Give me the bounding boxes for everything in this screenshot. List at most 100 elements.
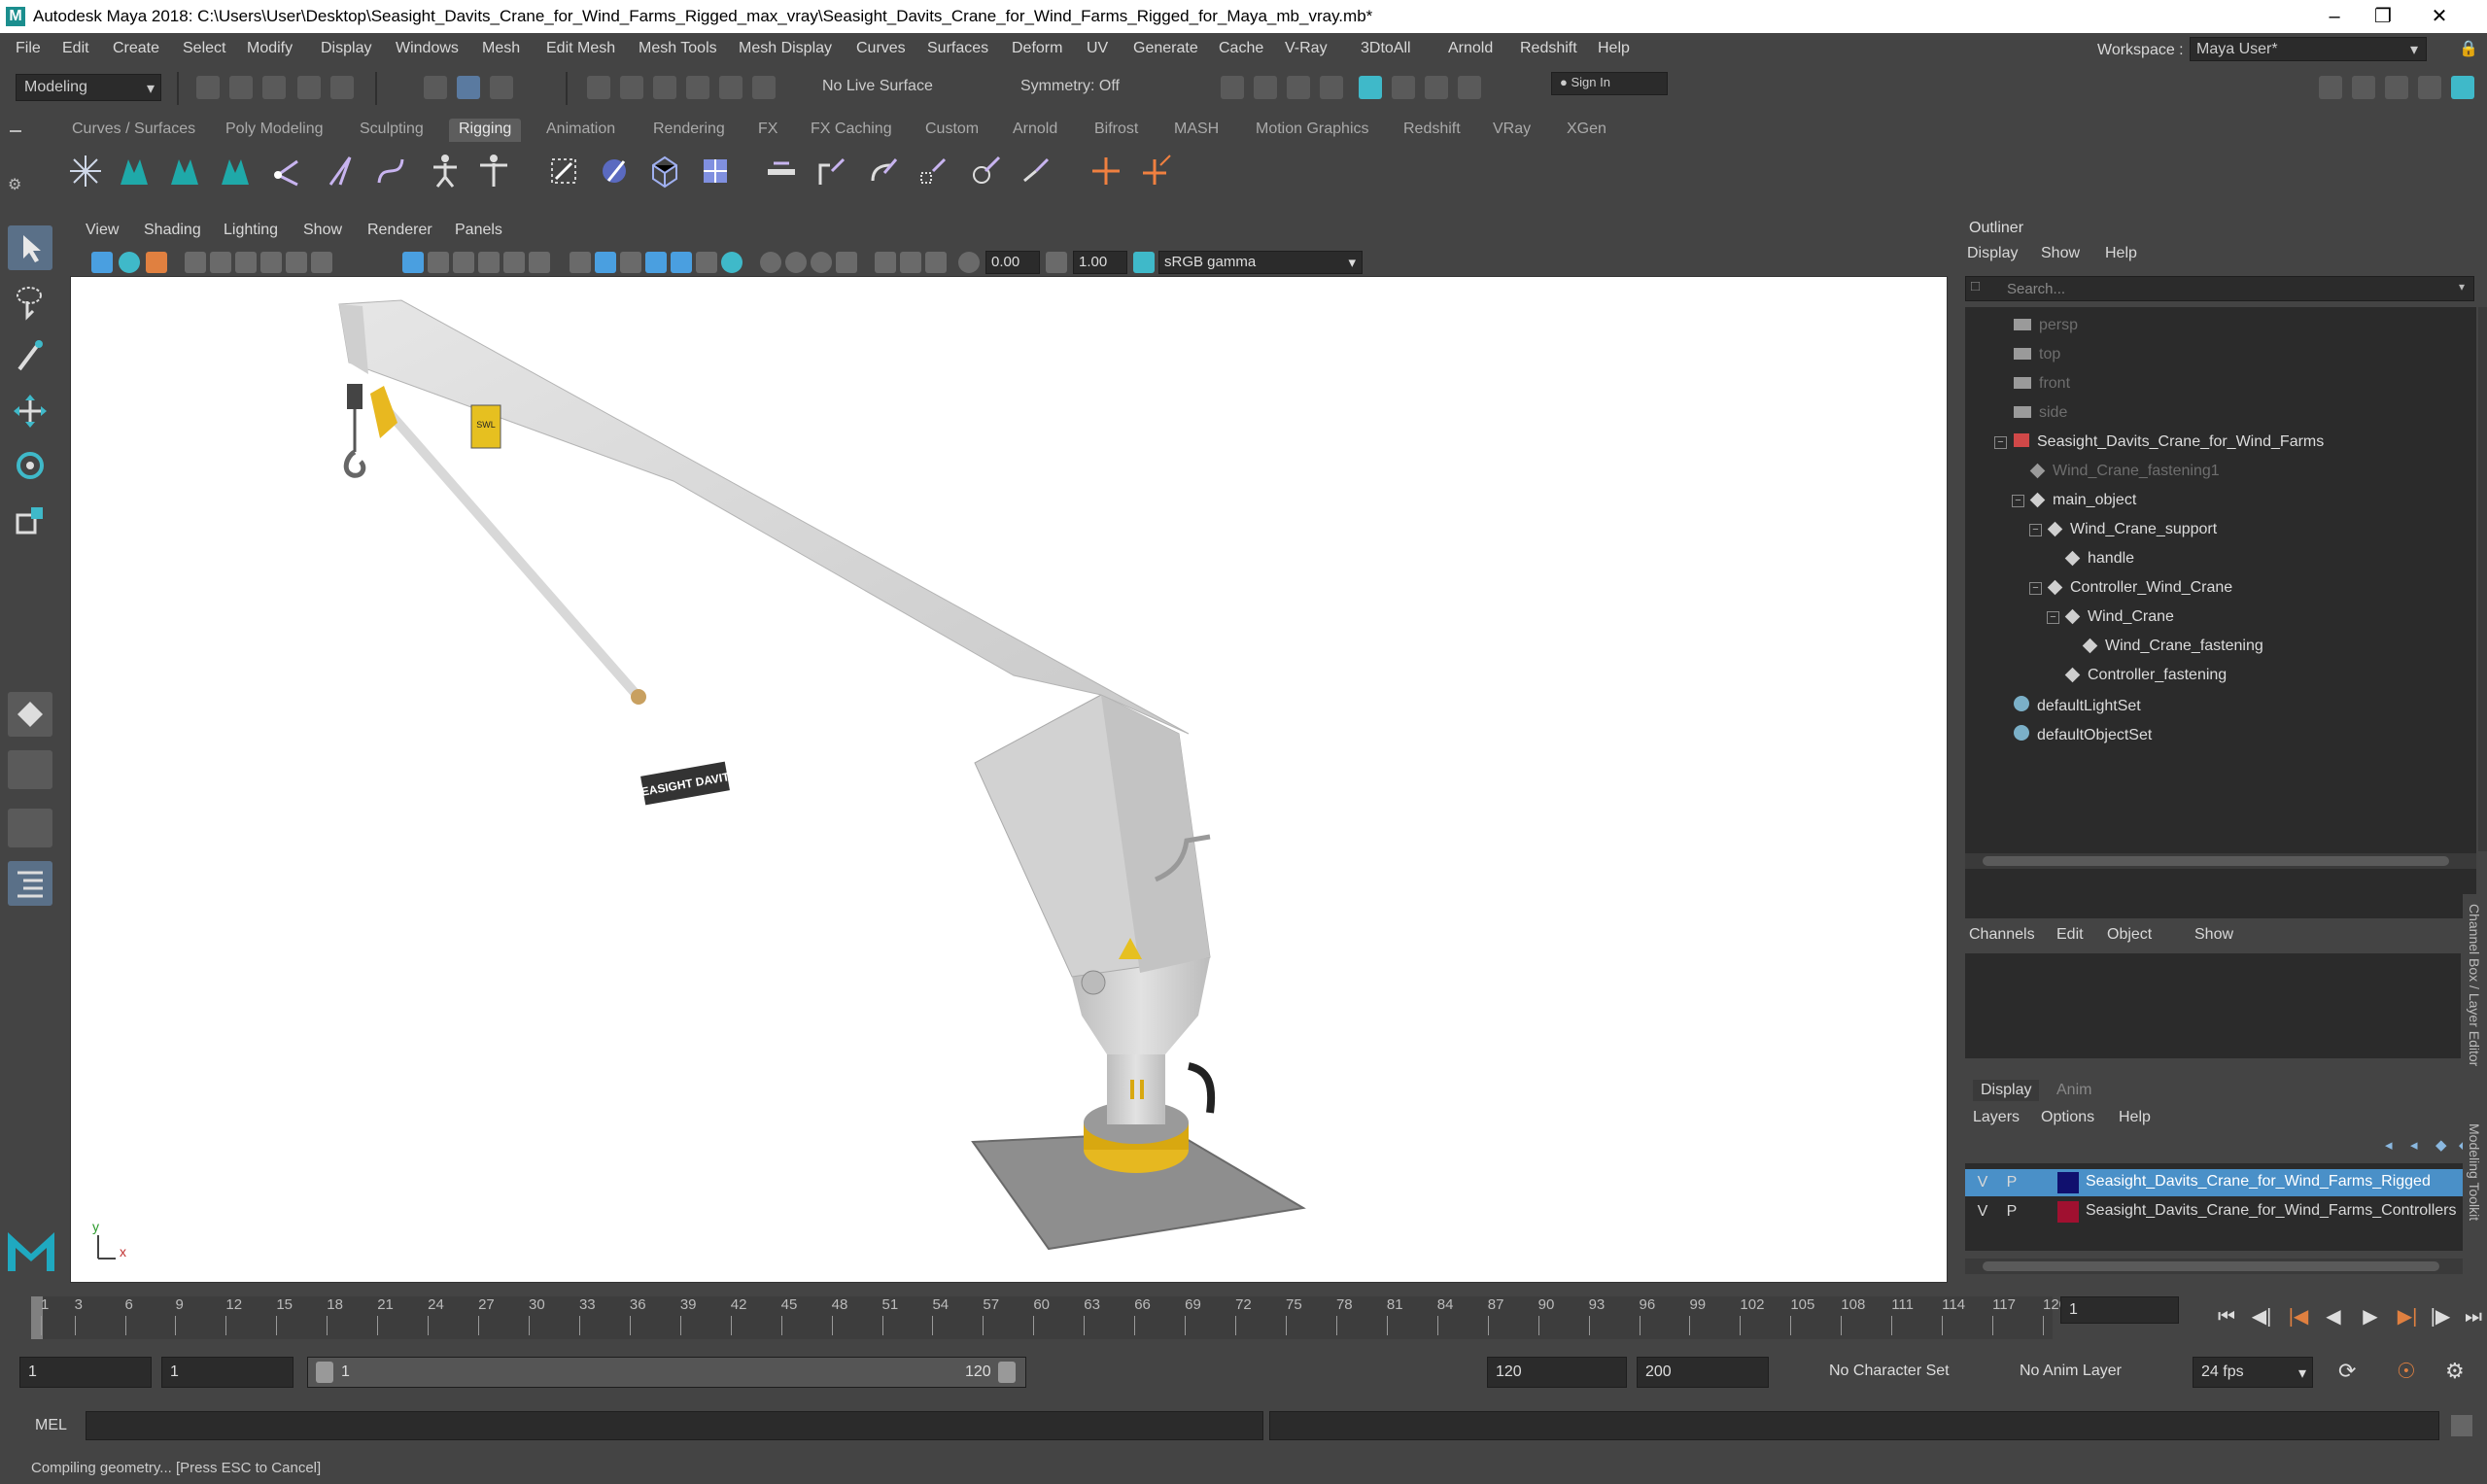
go-to-start-icon[interactable]: ⏮ (2216, 1306, 2237, 1328)
menu-mesh-tools[interactable]: Mesh Tools (639, 40, 717, 57)
tab-rigging[interactable]: Rigging (449, 119, 522, 142)
snap-surface-icon[interactable] (719, 76, 743, 99)
list-item[interactable]: front (2014, 375, 2070, 393)
mode-select[interactable]: Modeling ▾ (16, 74, 161, 101)
playback-start-field[interactable]: 1 (161, 1357, 294, 1388)
xray-joints-icon[interactable] (900, 252, 921, 273)
grid-icon[interactable] (402, 252, 424, 273)
humanik-icon-2[interactable] (165, 152, 204, 190)
gate-mask-icon[interactable] (286, 252, 307, 273)
menu-edit-mesh[interactable]: Edit Mesh (546, 40, 615, 57)
shadows-icon[interactable] (696, 252, 717, 273)
list-item[interactable]: Wind_Crane (2064, 608, 2174, 626)
menu-uv[interactable]: UV (1087, 40, 1108, 57)
menu-curves[interactable]: Curves (856, 40, 906, 57)
vp-menu-shading[interactable]: Shading (144, 222, 201, 239)
menu-display[interactable]: Display (321, 40, 371, 57)
vp-menu-panels[interactable]: Panels (455, 222, 502, 239)
constraint-parent-icon[interactable] (762, 152, 801, 190)
ipr-render-icon[interactable] (1287, 76, 1310, 99)
outliner-h-scrollbar[interactable] (1965, 853, 2476, 869)
channels-menu-show[interactable]: Show (2194, 926, 2233, 944)
bind-skin-icon[interactable] (544, 152, 583, 190)
outliner-menu-display[interactable]: Display (1967, 245, 2018, 262)
crane-model[interactable]: SWL SEASIGHT DAVITS y x (71, 277, 1948, 1283)
scale-tool[interactable] (8, 498, 52, 542)
render-view-icon[interactable] (1221, 76, 1244, 99)
snap-grid-icon[interactable] (587, 76, 610, 99)
mel-input[interactable] (86, 1411, 1263, 1440)
loop-icon[interactable]: ⟳ (2338, 1359, 2356, 1384)
play-forward-icon[interactable]: ▶ (2360, 1306, 2381, 1328)
outliner-menu-show[interactable]: Show (2041, 245, 2080, 262)
move-layer-down-icon[interactable]: ◂ (2410, 1136, 2418, 1154)
fps-select[interactable]: 24 fps ▾ (2193, 1357, 2313, 1388)
layers-menu-help[interactable]: Help (2119, 1109, 2151, 1126)
gamma-field[interactable]: 1.00 (1073, 251, 1127, 274)
anti-aliasing-icon[interactable] (785, 252, 807, 273)
tab-motion-graphics[interactable]: Motion Graphics (1246, 119, 1379, 142)
move-tool[interactable] (8, 389, 52, 433)
table-row[interactable]: V P Seasight_Davits_Crane_for_Wind_Farms… (1965, 1169, 2467, 1196)
constraint-aim-icon[interactable] (966, 152, 1005, 190)
layer-type-toggle[interactable] (2027, 1172, 2055, 1193)
play-backward-icon[interactable]: ◀ (2323, 1306, 2344, 1328)
layer-visibility-toggle[interactable]: V (1969, 1201, 1996, 1223)
tab-anim-layers[interactable]: Anim (2056, 1082, 2091, 1099)
snap-curve-icon[interactable] (620, 76, 643, 99)
layer-type-toggle[interactable] (2027, 1201, 2055, 1223)
lasso-tool[interactable] (8, 280, 52, 325)
preferences-icon[interactable]: ⚙ (2445, 1359, 2465, 1384)
tab-display-layers[interactable]: Display (1973, 1080, 2040, 1101)
perspective-viewport[interactable]: SWL SEASIGHT DAVITS y x (70, 276, 1948, 1283)
list-item[interactable]: side (2014, 404, 2067, 422)
exposure-icon[interactable] (958, 252, 980, 273)
chevron-down-icon[interactable]: ▾ (2459, 280, 2465, 293)
menu-cache[interactable]: Cache (1219, 40, 1263, 57)
motion-blur-icon[interactable] (760, 252, 781, 273)
list-item[interactable]: Wind_Crane_support (2047, 521, 2217, 538)
render-frame-icon[interactable] (1392, 76, 1415, 99)
tab-redshift[interactable]: Redshift (1394, 119, 1470, 142)
new-scene-icon[interactable] (196, 76, 220, 99)
workspace-icon-1[interactable] (2319, 76, 2342, 99)
step-forward-icon[interactable]: |▶ (2430, 1306, 2451, 1328)
collapse-toggle[interactable]: − (1994, 436, 2007, 449)
menu-surfaces[interactable]: Surfaces (927, 40, 988, 57)
character-set-select[interactable]: No Character Set (1821, 1357, 1973, 1388)
tab-xgen[interactable]: XGen (1557, 119, 1616, 142)
paint-select-tool[interactable] (8, 334, 52, 379)
grease-pencil-icon[interactable] (235, 252, 257, 273)
close-icon[interactable]: ✕ (2415, 2, 2464, 31)
vp-menu-renderer[interactable]: Renderer (367, 222, 432, 239)
start-time-field[interactable]: 1 (19, 1357, 152, 1388)
channels-menu-object[interactable]: Object (2107, 926, 2152, 944)
timeline-ruler[interactable]: 1 3 6 9 12 15 18 21 24 27 30 33 36 39 42 45 48 51 54 57 60 63… (31, 1296, 2067, 1339)
menu-help[interactable]: Help (1598, 40, 1630, 57)
filter-icon[interactable]: □ (1971, 278, 1980, 294)
lattice-icon[interactable] (645, 152, 684, 190)
field-chart-icon[interactable] (311, 252, 332, 273)
menu-mesh[interactable]: Mesh (482, 40, 520, 57)
menu-select[interactable]: Select (183, 40, 225, 57)
menu-file[interactable]: File (16, 40, 41, 57)
tab-curves-surfaces[interactable]: Curves / Surfaces (62, 119, 205, 142)
snap-view-icon[interactable] (686, 76, 709, 99)
tab-custom[interactable]: Custom (915, 119, 988, 142)
tab-animation[interactable]: Animation (536, 119, 625, 142)
vray-render-icon[interactable] (1425, 76, 1448, 99)
camera-attributes-icon[interactable] (119, 252, 140, 273)
list-item[interactable]: Controller_fastening (2064, 667, 2227, 684)
list-item[interactable]: top (2014, 346, 2060, 363)
tab-fx-caching[interactable]: FX Caching (801, 119, 902, 142)
scrollbar-thumb[interactable] (1983, 856, 2449, 866)
depth-of-field-icon[interactable] (811, 252, 832, 273)
layer-playback-toggle[interactable]: P (1998, 1172, 2025, 1193)
outliner-menu-help[interactable]: Help (2105, 245, 2137, 262)
snap-vertex-icon[interactable] (752, 76, 776, 99)
locator-custom-icon[interactable] (1137, 152, 1176, 190)
pause-icon[interactable] (1458, 76, 1481, 99)
list-item[interactable]: persp (2014, 317, 2078, 334)
menu-generate[interactable]: Generate (1133, 40, 1198, 57)
tab-vray[interactable]: VRay (1483, 119, 1540, 142)
